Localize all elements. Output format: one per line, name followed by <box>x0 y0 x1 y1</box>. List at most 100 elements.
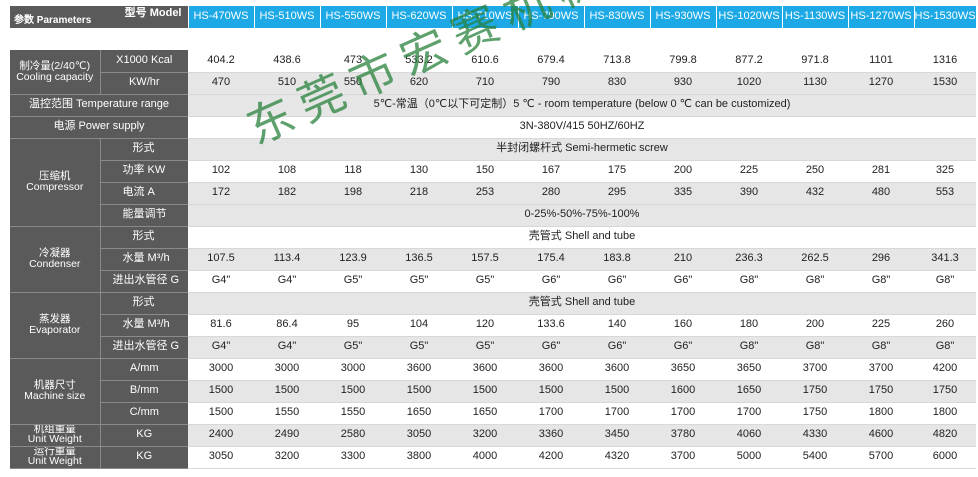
condenser-pipe-row: 进出水管径 G G4" G4" G5" G5" G5" G6" G6" G6" … <box>10 270 976 293</box>
value-cell: 4600 <box>848 424 914 447</box>
type-label: 形式 <box>99 292 188 315</box>
pipe-size-label: 进出水管径 G <box>99 336 188 359</box>
value-cell: 6000 <box>914 446 976 469</box>
unit-weight-row: 机组重量 Unit Weight KG 2400 2490 2580 3050 … <box>10 424 976 447</box>
value-cell: 262.5 <box>782 248 848 271</box>
value-cell: 4320 <box>584 446 650 469</box>
cooling-label: 制冷量(2/40℃) Cooling capacity <box>10 50 100 95</box>
unit-label: B/mm <box>99 380 188 403</box>
run-weight-label: 运行重量 Unit Weight <box>10 446 100 469</box>
value-cell: 167 <box>518 160 584 183</box>
value-cell: 713.8 <box>584 50 650 73</box>
compressor-type-row: 压缩机 Compressor 形式 半封闭螺杆式 Semi-hermetic s… <box>10 138 976 227</box>
value-cell: 1316 <box>914 50 976 73</box>
value-cell: 3000 <box>188 358 254 381</box>
value-cell: 3650 <box>650 358 716 381</box>
model-name: HS-1020WS <box>716 6 783 28</box>
temp-range-row: 温控范围 Temperature range 5℃-常温（0℃以下可定制）5 ℃… <box>10 94 976 117</box>
value-cell: 1650 <box>452 402 518 425</box>
unit-label: KG <box>99 424 188 447</box>
value-cell: 104 <box>386 314 452 337</box>
value-cell: 157.5 <box>452 248 518 271</box>
model-name: HS-1530WS <box>914 6 977 28</box>
value-cell: G4" <box>188 336 254 359</box>
value-cell: 1800 <box>914 402 976 425</box>
unit-label: KG <box>99 446 188 469</box>
size-b-row: B/mm 1500 1500 1500 1500 1500 1500 1500 … <box>10 380 976 403</box>
value-cell: 172 <box>188 182 254 205</box>
value-cell: 1270 <box>848 72 914 95</box>
value-cell: 550 <box>320 72 386 95</box>
value-cell: 3600 <box>518 358 584 381</box>
evaporator-label: 蒸发器 Evaporator <box>10 292 100 359</box>
power-kw-label: 功率 KW <box>99 160 188 183</box>
power-value: 3N-380V/415 50HZ/60HZ <box>188 116 976 139</box>
compressor-capacity-row: 能量调节 0-25%-50%-75%-100% <box>10 204 976 227</box>
value-cell: 710 <box>452 72 518 95</box>
value-cell: 1101 <box>848 50 914 73</box>
value-cell: 1750 <box>782 402 848 425</box>
model-name: HS-470WS <box>188 6 255 28</box>
value-cell: 1700 <box>650 402 716 425</box>
value-cell: G8" <box>782 270 848 293</box>
value-cell: 118 <box>320 160 386 183</box>
capacity-control-label: 能量调节 <box>99 204 188 227</box>
value-cell: 553 <box>914 182 976 205</box>
value-cell: G8" <box>716 336 782 359</box>
value-cell: 1500 <box>188 380 254 403</box>
unit-label: KW/hr <box>99 72 188 95</box>
value-cell: 533.2 <box>386 50 452 73</box>
value-cell: 136.5 <box>386 248 452 271</box>
value-cell: 335 <box>650 182 716 205</box>
value-cell: 1800 <box>848 402 914 425</box>
value-cell: 4330 <box>782 424 848 447</box>
value-cell: G5" <box>452 336 518 359</box>
cooling-kcal-row: 制冷量(2/40℃) Cooling capacity X1000 Kcal 4… <box>10 50 976 95</box>
value-cell: 4820 <box>914 424 976 447</box>
value-cell: G8" <box>848 336 914 359</box>
value-cell: 1750 <box>848 380 914 403</box>
temp-range-label: 温控范围 Temperature range <box>10 94 188 117</box>
value-cell: 182 <box>254 182 320 205</box>
model-name: HS-790WS <box>518 6 585 28</box>
value-cell: 295 <box>584 182 650 205</box>
value-cell: G5" <box>386 336 452 359</box>
value-cell: 1750 <box>782 380 848 403</box>
value-cell: 3450 <box>584 424 650 447</box>
value-cell: 86.4 <box>254 314 320 337</box>
value-cell: 175 <box>584 160 650 183</box>
value-cell: 1700 <box>716 402 782 425</box>
params-label: 参数 Parameters <box>14 14 92 26</box>
value-cell: 470 <box>188 72 254 95</box>
value-cell: 830 <box>584 72 650 95</box>
value-cell: 3000 <box>320 358 386 381</box>
value-cell: 2490 <box>254 424 320 447</box>
capacity-control-value: 0-25%-50%-75%-100% <box>188 204 976 227</box>
compressor-current-row: 电流 A 172 182 198 218 253 280 295 335 390… <box>10 182 976 205</box>
value-cell: 180 <box>716 314 782 337</box>
value-cell: 4060 <box>716 424 782 447</box>
value-cell: 1500 <box>254 380 320 403</box>
value-cell: 1500 <box>320 380 386 403</box>
value-cell: 225 <box>848 314 914 337</box>
value-cell: G6" <box>650 270 716 293</box>
value-cell: 3200 <box>254 446 320 469</box>
value-cell: 1130 <box>782 72 848 95</box>
value-cell: 4200 <box>914 358 976 381</box>
value-cell: 799.8 <box>650 50 716 73</box>
current-label: 电流 A <box>99 182 188 205</box>
value-cell: 3700 <box>848 358 914 381</box>
value-cell: 1500 <box>386 380 452 403</box>
unit-label: A/mm <box>99 358 188 381</box>
value-cell: 1530 <box>914 72 976 95</box>
value-cell: G4" <box>254 270 320 293</box>
evaporator-type-value: 壳管式 Shell and tube <box>188 292 976 315</box>
value-cell: 610.6 <box>452 50 518 73</box>
model-name: HS-1270WS <box>848 6 915 28</box>
value-cell: 1550 <box>320 402 386 425</box>
value-cell: 790 <box>518 72 584 95</box>
value-cell: 102 <box>188 160 254 183</box>
model-name: HS-510WS <box>254 6 321 28</box>
size-c-row: C/mm 1500 1550 1550 1650 1650 1700 1700 … <box>10 402 976 425</box>
power-label: 电源 Power supply <box>10 116 188 139</box>
